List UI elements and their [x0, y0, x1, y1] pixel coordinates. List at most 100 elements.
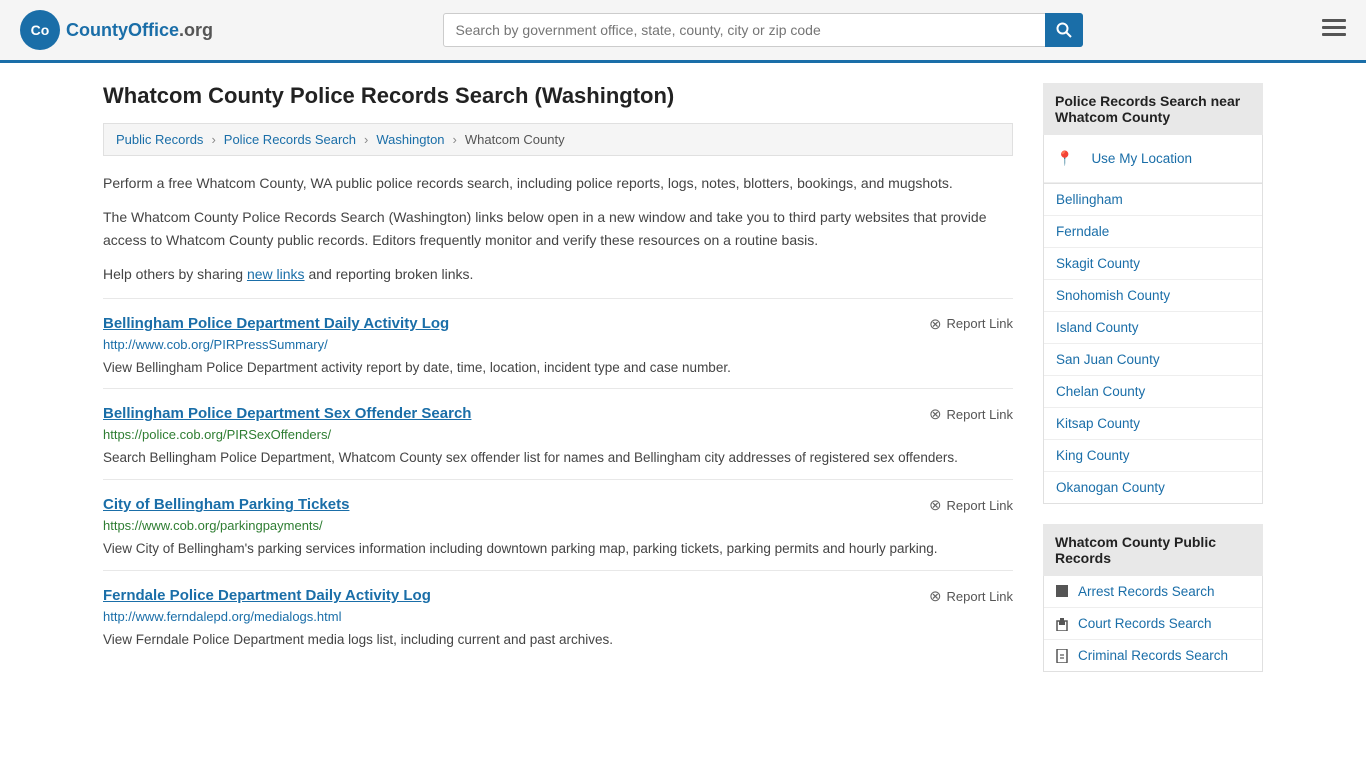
result-url-link[interactable]: http://www.cob.org/PIRPressSummary/ [103, 337, 328, 352]
sidebar: Police Records Search near Whatcom Count… [1043, 83, 1263, 692]
desc3-before: Help others by sharing [103, 266, 247, 282]
sidebar-nearby-item: Okanogan County [1044, 472, 1262, 503]
report-icon: ⊗ [929, 587, 942, 605]
breadcrumb: Public Records › Police Records Search ›… [103, 123, 1013, 156]
result-header: Ferndale Police Department Daily Activit… [103, 587, 1013, 605]
sidebar-nearby-item: Snohomish County [1044, 280, 1262, 312]
report-icon: ⊗ [929, 405, 942, 423]
report-icon: ⊗ [929, 315, 942, 333]
breadcrumb-public-records[interactable]: Public Records [116, 132, 203, 147]
sidebar-nearby-item: Chelan County [1044, 376, 1262, 408]
result-description: View Ferndale Police Department media lo… [103, 630, 1013, 651]
report-link-button[interactable]: ⊗ Report Link [929, 405, 1013, 423]
new-links-link[interactable]: new links [247, 266, 305, 282]
use-my-location-link[interactable]: Use My Location [1079, 143, 1204, 174]
menu-button[interactable] [1322, 17, 1346, 43]
result-title[interactable]: Bellingham Police Department Daily Activ… [103, 315, 449, 332]
result-item: Bellingham Police Department Sex Offende… [103, 388, 1013, 479]
logo-icon: Co [20, 10, 60, 50]
sidebar-nearby-link[interactable]: Bellingham [1044, 184, 1262, 215]
sidebar-nearby-item: Kitsap County [1044, 408, 1262, 440]
main-container: Whatcom County Police Records Search (Wa… [83, 63, 1283, 712]
sidebar-nearby-item: San Juan County [1044, 344, 1262, 376]
sidebar-nearby-link[interactable]: San Juan County [1044, 344, 1262, 375]
result-description: View City of Bellingham's parking servic… [103, 539, 1013, 560]
result-title[interactable]: Bellingham Police Department Sex Offende… [103, 405, 471, 422]
description-3: Help others by sharing new links and rep… [103, 263, 1013, 285]
result-url[interactable]: https://police.cob.org/PIRSexOffenders/ [103, 427, 1013, 442]
result-url[interactable]: http://www.ferndalepd.org/medialogs.html [103, 609, 1013, 624]
header: Co CountyOffice.org [0, 0, 1366, 63]
breadcrumb-sep-1: › [211, 132, 215, 147]
sidebar-nearby-link[interactable]: Island County [1044, 312, 1262, 343]
result-title[interactable]: City of Bellingham Parking Tickets [103, 496, 349, 513]
result-url-link[interactable]: http://www.ferndalepd.org/medialogs.html [103, 609, 341, 624]
sidebar-nearby-link[interactable]: Okanogan County [1044, 472, 1262, 503]
report-link-button[interactable]: ⊗ Report Link [929, 587, 1013, 605]
results-list: Bellingham Police Department Daily Activ… [103, 298, 1013, 662]
sidebar-nearby-link[interactable]: Skagit County [1044, 248, 1262, 279]
result-description: Search Bellingham Police Department, Wha… [103, 448, 1013, 469]
breadcrumb-police-records[interactable]: Police Records Search [224, 132, 356, 147]
sidebar-records-list: Arrest Records SearchCourt Records Searc… [1043, 576, 1263, 672]
breadcrumb-sep-2: › [364, 132, 368, 147]
sidebar-nearby-item: Bellingham [1044, 184, 1262, 216]
result-header: City of Bellingham Parking Tickets ⊗ Rep… [103, 496, 1013, 514]
logo-text: CountyOffice.org [66, 20, 213, 41]
sidebar-nearby-section: Police Records Search near Whatcom Count… [1043, 83, 1263, 504]
report-label: Report Link [947, 316, 1013, 331]
sidebar-records-item: Criminal Records Search [1044, 640, 1262, 671]
search-button[interactable] [1045, 13, 1083, 47]
description-2: The Whatcom County Police Records Search… [103, 206, 1013, 251]
sidebar-nearby-links: BellinghamFerndaleSkagit CountySnohomish… [1043, 184, 1263, 504]
sidebar-nearby-link[interactable]: Kitsap County [1044, 408, 1262, 439]
record-icon [1056, 649, 1070, 663]
report-label: Report Link [947, 407, 1013, 422]
sidebar-public-records-header: Whatcom County Public Records [1043, 524, 1263, 576]
svg-text:Co: Co [31, 22, 50, 38]
logo-area: Co CountyOffice.org [20, 10, 213, 50]
sidebar-nearby-item: Ferndale [1044, 216, 1262, 248]
sidebar-nearby-item: Skagit County [1044, 248, 1262, 280]
report-label: Report Link [947, 589, 1013, 604]
result-title[interactable]: Ferndale Police Department Daily Activit… [103, 587, 431, 604]
result-url[interactable]: http://www.cob.org/PIRPressSummary/ [103, 337, 1013, 352]
report-link-button[interactable]: ⊗ Report Link [929, 496, 1013, 514]
record-icon [1056, 617, 1070, 631]
sidebar-nearby-header: Police Records Search near Whatcom Count… [1043, 83, 1263, 135]
content-area: Whatcom County Police Records Search (Wa… [103, 83, 1013, 692]
sidebar-nearby-item: King County [1044, 440, 1262, 472]
page-title: Whatcom County Police Records Search (Wa… [103, 83, 1013, 109]
search-input[interactable] [443, 13, 1083, 47]
result-header: Bellingham Police Department Sex Offende… [103, 405, 1013, 423]
result-description: View Bellingham Police Department activi… [103, 358, 1013, 379]
result-item: Ferndale Police Department Daily Activit… [103, 570, 1013, 661]
sidebar-records-link[interactable]: Criminal Records Search [1044, 640, 1262, 671]
description-1: Perform a free Whatcom County, WA public… [103, 172, 1013, 194]
breadcrumb-current: Whatcom County [465, 132, 565, 147]
sidebar-records-item: Arrest Records Search [1044, 576, 1262, 608]
sidebar-nearby-link[interactable]: Snohomish County [1044, 280, 1262, 311]
report-link-button[interactable]: ⊗ Report Link [929, 315, 1013, 333]
result-url-link[interactable]: https://police.cob.org/PIRSexOffenders/ [103, 427, 331, 442]
sidebar-records-link[interactable]: Arrest Records Search [1044, 576, 1262, 607]
search-area [443, 13, 1083, 47]
report-label: Report Link [947, 498, 1013, 513]
result-url[interactable]: https://www.cob.org/parkingpayments/ [103, 518, 1013, 533]
report-icon: ⊗ [929, 496, 942, 514]
breadcrumb-sep-3: › [453, 132, 457, 147]
result-header: Bellingham Police Department Daily Activ… [103, 315, 1013, 333]
logo-suffix: .org [179, 20, 213, 40]
result-url-link[interactable]: https://www.cob.org/parkingpayments/ [103, 518, 323, 533]
breadcrumb-washington[interactable]: Washington [376, 132, 444, 147]
sidebar-nearby-list: 📍 Use My Location [1043, 135, 1263, 184]
sidebar-nearby-link[interactable]: King County [1044, 440, 1262, 471]
sidebar-use-location: 📍 Use My Location [1044, 135, 1262, 183]
logo-county: CountyOffice [66, 20, 179, 40]
sidebar-nearby-link[interactable]: Ferndale [1044, 216, 1262, 247]
sidebar-records-link[interactable]: Court Records Search [1044, 608, 1262, 639]
desc3-after: and reporting broken links. [305, 266, 474, 282]
sidebar-nearby-link[interactable]: Chelan County [1044, 376, 1262, 407]
sidebar-public-records-section: Whatcom County Public Records Arrest Rec… [1043, 524, 1263, 672]
sidebar-nearby-item: Island County [1044, 312, 1262, 344]
